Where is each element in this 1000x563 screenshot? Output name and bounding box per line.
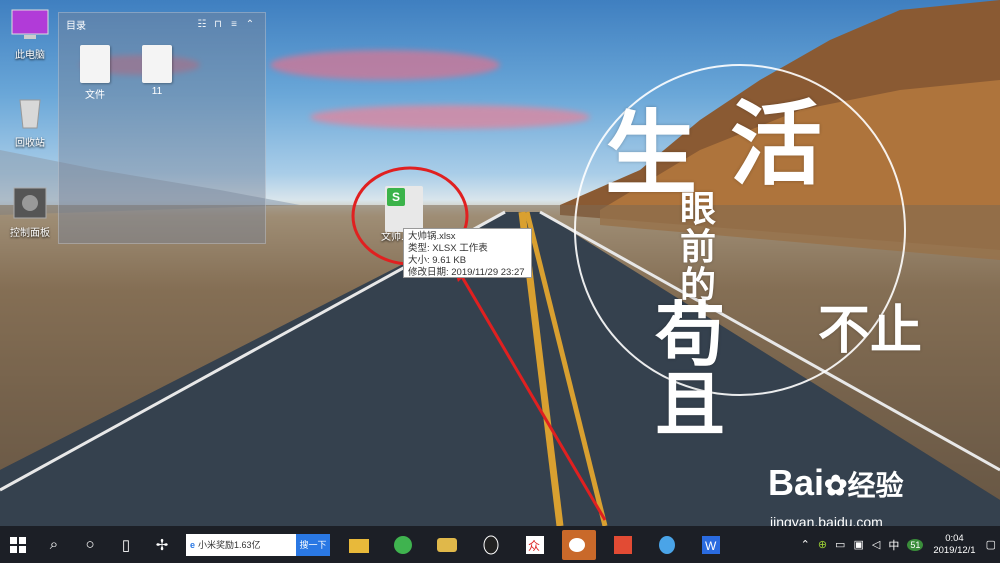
collapse-icon[interactable]: ⌃: [242, 19, 258, 30]
wps-icon[interactable]: W: [694, 530, 728, 560]
wallpaper-text-4: 苟且: [655, 293, 725, 446]
folder-item[interactable]: 11: [135, 45, 179, 97]
cortana-icon[interactable]: ○: [72, 526, 108, 563]
desktop-icon-label: 回收站: [15, 138, 45, 149]
lock-icon[interactable]: ⊓: [210, 19, 226, 30]
desktop-wallpaper: 此电脑 回收站 控制面板 目录 ☷ ⊓ ≡ ⌃ 文件 11 S 文帅... 大帅…: [0, 0, 1000, 526]
power-app-icon[interactable]: [606, 530, 640, 560]
file-explorer-icon[interactable]: [342, 530, 376, 560]
recycle-bin-icon: [10, 96, 50, 130]
wallpaper-text-3: 眼前的: [680, 188, 717, 306]
folder-item[interactable]: 文件: [73, 45, 117, 101]
svg-text:W: W: [705, 539, 717, 553]
badge-51[interactable]: 51: [907, 538, 924, 551]
penguin-app-icon[interactable]: [650, 530, 684, 560]
paw-icon: ✿: [824, 470, 848, 501]
desktop-icon-this-pc[interactable]: 此电脑: [0, 8, 60, 61]
volume-icon[interactable]: ◁: [872, 538, 880, 551]
browser-search-box[interactable]: e 小米奖励1.63亿 搜一下: [186, 533, 330, 556]
cloud-app-icon[interactable]: [430, 530, 464, 560]
chevron-up-icon[interactable]: ⌃: [801, 538, 810, 551]
fan-app-icon[interactable]: ✢: [144, 526, 180, 563]
tooltip-modified: 修改日期: 2019/11/29 23:27: [408, 267, 525, 278]
tooltip-name: 大帅锅.xlsx: [408, 231, 456, 242]
folder-item-label: 文件: [85, 90, 105, 101]
file-tooltip: 大帅锅.xlsx 类型: XLSX 工作表 大小: 9.61 KB 修改日期: …: [403, 228, 532, 278]
clock-date: 2019/12/1: [933, 544, 976, 556]
wallpaper-text-5: 不止: [818, 300, 923, 361]
taskbar: ⌕ ○ ▯ ✢ e 小米奖励1.63亿 搜一下 众 W ⌃ ⊕ ▭ ▣ ◁ 中 …: [0, 526, 1000, 563]
folder-item-label: 11: [151, 86, 163, 97]
list-view-icon[interactable]: ☷: [194, 19, 210, 30]
clock[interactable]: 0:04 2019/12/1: [933, 533, 975, 557]
document-file-icon: [80, 45, 110, 83]
clock-time: 0:04: [945, 532, 964, 544]
folder-panel-title: 目录: [66, 20, 86, 32]
search-icon[interactable]: ⌕: [36, 526, 72, 563]
folder-panel-header: 目录 ☷ ⊓ ≡ ⌃: [59, 13, 265, 35]
ime-indicator[interactable]: 中: [888, 537, 899, 553]
tooltip-size: 大小: 9.61 KB: [408, 255, 467, 266]
desktop-icon-label: 控制面板: [10, 228, 50, 239]
browser-app-icon[interactable]: [386, 530, 420, 560]
control-panel-icon: [10, 186, 50, 220]
baidu-watermark: Bai✿经验: [768, 462, 904, 504]
word-file-icon: [142, 45, 172, 83]
svg-text:众: 众: [528, 539, 540, 553]
notification-icon[interactable]: ▢: [986, 538, 996, 551]
network-icon[interactable]: ▣: [853, 538, 863, 551]
desktop-icon-control-panel[interactable]: 控制面板: [0, 186, 60, 239]
qq-icon[interactable]: [474, 530, 508, 560]
system-tray: ⌃ ⊕ ▭ ▣ ◁ 中 51 0:04 2019/12/1 ▢: [797, 533, 1000, 557]
computer-icon: [10, 8, 50, 42]
windows-icon: [10, 536, 26, 553]
menu-icon[interactable]: ≡: [226, 19, 242, 30]
tooltip-type: 类型: XLSX 工作表: [408, 243, 488, 254]
desktop-icon-recycle-bin[interactable]: 回收站: [0, 96, 60, 149]
baidu-url: jingyan.baidu.com: [770, 514, 883, 526]
desktop-icon-label: 此电脑: [15, 50, 45, 61]
battery-icon[interactable]: ▭: [835, 538, 845, 551]
search-input[interactable]: e 小米奖励1.63亿: [186, 533, 296, 556]
baidu-brand: Bai: [768, 462, 825, 503]
wallpaper-text-2: 活: [730, 90, 823, 198]
start-button[interactable]: [0, 526, 36, 563]
red-app-icon[interactable]: 众: [518, 530, 552, 560]
search-go-button[interactable]: 搜一下: [296, 533, 330, 556]
ie-icon: e: [190, 539, 196, 550]
task-view-icon[interactable]: ▯: [108, 526, 144, 563]
plus-app-icon[interactable]: ⊕: [818, 538, 827, 551]
baidu-brand-suffix: 经验: [847, 470, 904, 501]
search-input-text: 小米奖励1.63亿: [198, 540, 261, 550]
folder-group-panel[interactable]: 目录 ☷ ⊓ ≡ ⌃ 文件 11: [58, 12, 266, 244]
spreadsheet-icon: S: [385, 186, 423, 232]
wechat-icon[interactable]: [562, 529, 596, 560]
